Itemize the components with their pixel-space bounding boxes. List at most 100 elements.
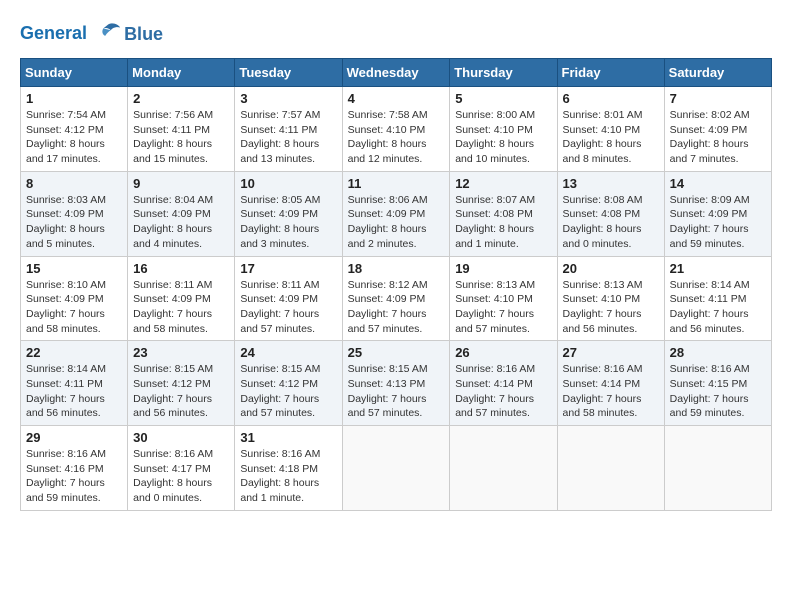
day-detail: Sunrise: 8:16 AMSunset: 4:16 PMDaylight:…	[26, 448, 106, 504]
calendar-cell: 4 Sunrise: 7:58 AMSunset: 4:10 PMDayligh…	[342, 87, 450, 172]
day-number: 21	[670, 261, 766, 276]
day-number: 28	[670, 345, 766, 360]
calendar-cell: 14 Sunrise: 8:09 AMSunset: 4:09 PMDaylig…	[664, 171, 771, 256]
day-detail: Sunrise: 7:54 AMSunset: 4:12 PMDaylight:…	[26, 109, 106, 165]
day-number: 2	[133, 91, 229, 106]
day-number: 20	[563, 261, 659, 276]
day-number: 19	[455, 261, 551, 276]
calendar-cell: 13 Sunrise: 8:08 AMSunset: 4:08 PMDaylig…	[557, 171, 664, 256]
calendar-cell	[557, 426, 664, 511]
calendar-cell: 30 Sunrise: 8:16 AMSunset: 4:17 PMDaylig…	[128, 426, 235, 511]
day-detail: Sunrise: 8:16 AMSunset: 4:18 PMDaylight:…	[240, 448, 320, 504]
calendar-cell: 24 Sunrise: 8:15 AMSunset: 4:12 PMDaylig…	[235, 341, 342, 426]
calendar-cell: 3 Sunrise: 7:57 AMSunset: 4:11 PMDayligh…	[235, 87, 342, 172]
calendar-cell: 12 Sunrise: 8:07 AMSunset: 4:08 PMDaylig…	[450, 171, 557, 256]
logo-bird-icon	[94, 20, 122, 48]
calendar-cell: 15 Sunrise: 8:10 AMSunset: 4:09 PMDaylig…	[21, 256, 128, 341]
day-number: 15	[26, 261, 122, 276]
calendar-cell: 16 Sunrise: 8:11 AMSunset: 4:09 PMDaylig…	[128, 256, 235, 341]
day-detail: Sunrise: 8:04 AMSunset: 4:09 PMDaylight:…	[133, 194, 213, 250]
day-detail: Sunrise: 8:16 AMSunset: 4:17 PMDaylight:…	[133, 448, 213, 504]
day-number: 5	[455, 91, 551, 106]
day-number: 25	[348, 345, 445, 360]
day-number: 6	[563, 91, 659, 106]
day-number: 16	[133, 261, 229, 276]
weekday-friday: Friday	[557, 59, 664, 87]
day-detail: Sunrise: 8:15 AMSunset: 4:12 PMDaylight:…	[133, 363, 213, 419]
calendar-cell: 11 Sunrise: 8:06 AMSunset: 4:09 PMDaylig…	[342, 171, 450, 256]
day-detail: Sunrise: 8:13 AMSunset: 4:10 PMDaylight:…	[563, 279, 643, 335]
calendar-cell: 9 Sunrise: 8:04 AMSunset: 4:09 PMDayligh…	[128, 171, 235, 256]
calendar-cell: 10 Sunrise: 8:05 AMSunset: 4:09 PMDaylig…	[235, 171, 342, 256]
day-number: 17	[240, 261, 336, 276]
weekday-wednesday: Wednesday	[342, 59, 450, 87]
calendar-cell: 17 Sunrise: 8:11 AMSunset: 4:09 PMDaylig…	[235, 256, 342, 341]
calendar-cell: 2 Sunrise: 7:56 AMSunset: 4:11 PMDayligh…	[128, 87, 235, 172]
day-number: 9	[133, 176, 229, 191]
day-detail: Sunrise: 8:07 AMSunset: 4:08 PMDaylight:…	[455, 194, 535, 250]
day-detail: Sunrise: 8:12 AMSunset: 4:09 PMDaylight:…	[348, 279, 428, 335]
day-number: 22	[26, 345, 122, 360]
calendar-week-3: 15 Sunrise: 8:10 AMSunset: 4:09 PMDaylig…	[21, 256, 772, 341]
weekday-monday: Monday	[128, 59, 235, 87]
day-number: 13	[563, 176, 659, 191]
calendar-cell: 21 Sunrise: 8:14 AMSunset: 4:11 PMDaylig…	[664, 256, 771, 341]
calendar-cell: 29 Sunrise: 8:16 AMSunset: 4:16 PMDaylig…	[21, 426, 128, 511]
calendar-cell: 7 Sunrise: 8:02 AMSunset: 4:09 PMDayligh…	[664, 87, 771, 172]
calendar-cell: 5 Sunrise: 8:00 AMSunset: 4:10 PMDayligh…	[450, 87, 557, 172]
day-number: 18	[348, 261, 445, 276]
calendar-cell	[664, 426, 771, 511]
day-number: 14	[670, 176, 766, 191]
day-number: 3	[240, 91, 336, 106]
day-detail: Sunrise: 8:14 AMSunset: 4:11 PMDaylight:…	[670, 279, 750, 335]
day-detail: Sunrise: 8:06 AMSunset: 4:09 PMDaylight:…	[348, 194, 428, 250]
day-number: 11	[348, 176, 445, 191]
day-number: 10	[240, 176, 336, 191]
day-number: 23	[133, 345, 229, 360]
day-detail: Sunrise: 8:15 AMSunset: 4:13 PMDaylight:…	[348, 363, 428, 419]
day-detail: Sunrise: 8:10 AMSunset: 4:09 PMDaylight:…	[26, 279, 106, 335]
calendar-cell	[450, 426, 557, 511]
calendar-cell: 25 Sunrise: 8:15 AMSunset: 4:13 PMDaylig…	[342, 341, 450, 426]
logo-general: General	[20, 23, 87, 43]
day-detail: Sunrise: 8:16 AMSunset: 4:14 PMDaylight:…	[455, 363, 535, 419]
day-number: 4	[348, 91, 445, 106]
calendar-table: SundayMondayTuesdayWednesdayThursdayFrid…	[20, 58, 772, 511]
day-number: 1	[26, 91, 122, 106]
page-header: General Blue	[20, 20, 772, 48]
weekday-saturday: Saturday	[664, 59, 771, 87]
day-detail: Sunrise: 8:09 AMSunset: 4:09 PMDaylight:…	[670, 194, 750, 250]
day-number: 31	[240, 430, 336, 445]
day-detail: Sunrise: 7:56 AMSunset: 4:11 PMDaylight:…	[133, 109, 213, 165]
weekday-tuesday: Tuesday	[235, 59, 342, 87]
weekday-thursday: Thursday	[450, 59, 557, 87]
calendar-week-4: 22 Sunrise: 8:14 AMSunset: 4:11 PMDaylig…	[21, 341, 772, 426]
calendar-week-2: 8 Sunrise: 8:03 AMSunset: 4:09 PMDayligh…	[21, 171, 772, 256]
calendar-week-1: 1 Sunrise: 7:54 AMSunset: 4:12 PMDayligh…	[21, 87, 772, 172]
logo: General Blue	[20, 20, 163, 48]
day-detail: Sunrise: 8:05 AMSunset: 4:09 PMDaylight:…	[240, 194, 320, 250]
calendar-cell	[342, 426, 450, 511]
calendar-week-5: 29 Sunrise: 8:16 AMSunset: 4:16 PMDaylig…	[21, 426, 772, 511]
day-number: 26	[455, 345, 551, 360]
day-detail: Sunrise: 8:16 AMSunset: 4:15 PMDaylight:…	[670, 363, 750, 419]
day-number: 8	[26, 176, 122, 191]
day-detail: Sunrise: 8:02 AMSunset: 4:09 PMDaylight:…	[670, 109, 750, 165]
day-detail: Sunrise: 8:11 AMSunset: 4:09 PMDaylight:…	[240, 279, 319, 335]
calendar-cell: 23 Sunrise: 8:15 AMSunset: 4:12 PMDaylig…	[128, 341, 235, 426]
day-number: 7	[670, 91, 766, 106]
calendar-cell: 8 Sunrise: 8:03 AMSunset: 4:09 PMDayligh…	[21, 171, 128, 256]
calendar-cell: 22 Sunrise: 8:14 AMSunset: 4:11 PMDaylig…	[21, 341, 128, 426]
calendar-cell: 31 Sunrise: 8:16 AMSunset: 4:18 PMDaylig…	[235, 426, 342, 511]
day-number: 12	[455, 176, 551, 191]
day-detail: Sunrise: 8:00 AMSunset: 4:10 PMDaylight:…	[455, 109, 535, 165]
calendar-cell: 26 Sunrise: 8:16 AMSunset: 4:14 PMDaylig…	[450, 341, 557, 426]
day-detail: Sunrise: 7:57 AMSunset: 4:11 PMDaylight:…	[240, 109, 320, 165]
day-detail: Sunrise: 8:15 AMSunset: 4:12 PMDaylight:…	[240, 363, 320, 419]
day-detail: Sunrise: 7:58 AMSunset: 4:10 PMDaylight:…	[348, 109, 428, 165]
day-number: 27	[563, 345, 659, 360]
day-detail: Sunrise: 8:01 AMSunset: 4:10 PMDaylight:…	[563, 109, 643, 165]
day-detail: Sunrise: 8:13 AMSunset: 4:10 PMDaylight:…	[455, 279, 535, 335]
calendar-cell: 18 Sunrise: 8:12 AMSunset: 4:09 PMDaylig…	[342, 256, 450, 341]
calendar-cell: 19 Sunrise: 8:13 AMSunset: 4:10 PMDaylig…	[450, 256, 557, 341]
